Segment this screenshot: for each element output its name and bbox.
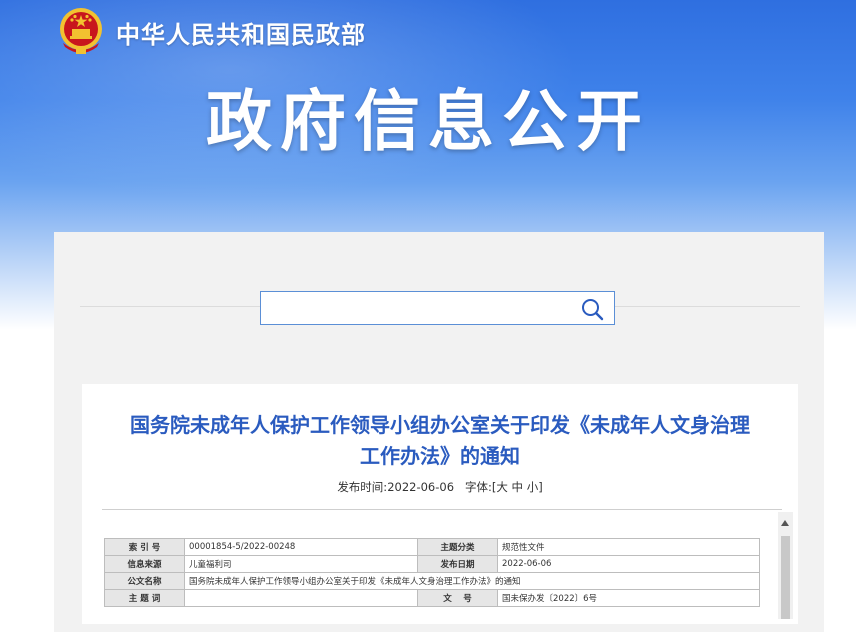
table-row: 公文名称 国务院未成年人保护工作领导小组办公室关于印发《未成年人文身治理工作办法… bbox=[104, 572, 760, 590]
article-meta: 发布时间:2022-06-06 字体:[大 中 小] bbox=[82, 479, 798, 495]
ministry-name[interactable]: 中华人民共和国民政部 bbox=[116, 15, 366, 50]
keywords-value bbox=[184, 589, 418, 607]
font-size-label: 字体: bbox=[465, 480, 492, 494]
table-row: 主 题 词 文 号 国未保办发〔2022〕6号 bbox=[104, 589, 760, 607]
doc-no-label: 文 号 bbox=[417, 589, 498, 607]
publish-date: 2022-06-06 bbox=[387, 480, 455, 494]
article-title-line1: 国务院未成年人保护工作领导小组办公室关于印发《未成年人文身治理 bbox=[130, 413, 750, 437]
national-emblem-icon bbox=[60, 8, 102, 54]
font-size-large[interactable]: 大 bbox=[496, 480, 508, 494]
index-no-label: 索 引 号 bbox=[104, 538, 185, 556]
date-label: 发布日期 bbox=[417, 555, 498, 573]
doc-name-label: 公文名称 bbox=[104, 572, 185, 590]
document-info-table: 索 引 号 00001854-5/2022-00248 主题分类 规范性文件 信… bbox=[104, 538, 760, 607]
doc-no-value: 国未保办发〔2022〕6号 bbox=[497, 589, 760, 607]
meta-divider bbox=[102, 509, 782, 510]
banner-title: 政府信息公开 bbox=[206, 83, 650, 160]
publish-label: 发布时间: bbox=[337, 480, 388, 494]
table-scrollbar[interactable] bbox=[778, 512, 793, 619]
font-size-small[interactable]: 小 bbox=[527, 480, 539, 494]
topic-label: 主题分类 bbox=[417, 538, 498, 556]
source-value: 儿童福利司 bbox=[184, 555, 418, 573]
scrollbar-thumb[interactable] bbox=[781, 536, 790, 619]
font-bracket-close: ] bbox=[538, 480, 543, 494]
table-row: 信息来源 儿童福利司 发布日期 2022-06-06 bbox=[104, 555, 760, 573]
table-row: 索 引 号 00001854-5/2022-00248 主题分类 规范性文件 bbox=[104, 538, 760, 556]
article-title-line2: 工作办法》的通知 bbox=[360, 444, 520, 468]
doc-name-value: 国务院未成年人保护工作领导小组办公室关于印发《未成年人文身治理工作办法》的通知 bbox=[184, 572, 760, 590]
search-icon[interactable] bbox=[580, 297, 604, 321]
search-input[interactable] bbox=[267, 296, 571, 322]
search-box bbox=[260, 291, 615, 325]
article-card: 国务院未成年人保护工作领导小组办公室关于印发《未成年人文身治理 工作办法》的通知… bbox=[82, 384, 798, 624]
index-no-value: 00001854-5/2022-00248 bbox=[184, 538, 418, 556]
source-label: 信息来源 bbox=[104, 555, 185, 573]
topic-value: 规范性文件 bbox=[497, 538, 760, 556]
font-size-medium[interactable]: 中 bbox=[512, 480, 524, 494]
scroll-up-arrow-icon[interactable] bbox=[781, 520, 789, 526]
article-title: 国务院未成年人保护工作领导小组办公室关于印发《未成年人文身治理 工作办法》的通知 bbox=[82, 410, 798, 472]
date-value: 2022-06-06 bbox=[497, 555, 760, 573]
keywords-label: 主 题 词 bbox=[104, 589, 185, 607]
